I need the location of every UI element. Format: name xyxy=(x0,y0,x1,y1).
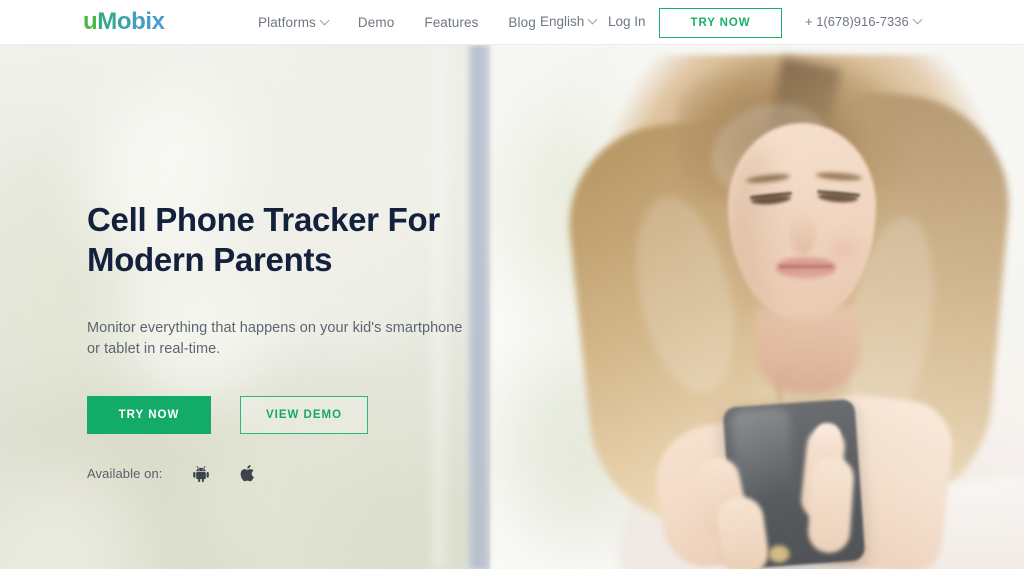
apple-icon[interactable] xyxy=(239,464,256,483)
nav-label-demo: Demo xyxy=(357,15,395,30)
site-header: uMobix Platforms Demo Features Blog Engl… xyxy=(0,0,1024,45)
hero-copy: Cell Phone Tracker For Modern Parents Mo… xyxy=(87,200,507,483)
phone-number-selector[interactable]: + 1(678)916-7336 xyxy=(805,14,923,29)
hero-subtitle: Monitor everything that happens on your … xyxy=(87,320,463,357)
phone-number-label: + 1(678)916-7336 xyxy=(805,14,909,29)
login-link[interactable]: Log In xyxy=(608,14,646,29)
available-on-row: Available on: xyxy=(87,464,507,483)
chevron-down-icon xyxy=(912,14,923,25)
hero-try-now-button[interactable]: TRY NOW xyxy=(87,396,211,434)
page-title: Cell Phone Tracker For Modern Parents xyxy=(87,201,440,278)
nav-label-platforms: Platforms xyxy=(258,15,316,30)
header-try-now-button[interactable]: TRY NOW xyxy=(659,8,782,38)
hero-section: Cell Phone Tracker For Modern Parents Mo… xyxy=(0,45,1024,569)
nav-label-features: Features xyxy=(424,15,479,30)
language-label: English xyxy=(540,14,585,29)
nav-label-blog: Blog xyxy=(508,15,536,30)
nav-item-features[interactable]: Features xyxy=(424,15,478,30)
main-navigation: Platforms Demo Features Blog xyxy=(258,0,536,45)
chevron-down-icon xyxy=(587,14,598,25)
logo[interactable]: uMobix xyxy=(83,9,165,35)
chevron-down-icon xyxy=(319,15,330,26)
nav-item-blog[interactable]: Blog xyxy=(508,15,535,30)
nav-item-demo[interactable]: Demo xyxy=(358,15,394,30)
hero-view-demo-button[interactable]: VIEW DEMO xyxy=(240,396,368,434)
logo-suffix: Mobix xyxy=(97,8,165,35)
android-icon[interactable] xyxy=(192,465,210,483)
nav-item-platforms[interactable]: Platforms xyxy=(258,15,330,30)
logo-prefix: u xyxy=(83,8,98,35)
available-on-label: Available on: xyxy=(87,466,163,481)
hero-cta-group: TRY NOW VIEW DEMO xyxy=(87,396,507,434)
woman-with-smartphone-photo xyxy=(559,45,1024,569)
language-selector[interactable]: English xyxy=(540,14,598,29)
